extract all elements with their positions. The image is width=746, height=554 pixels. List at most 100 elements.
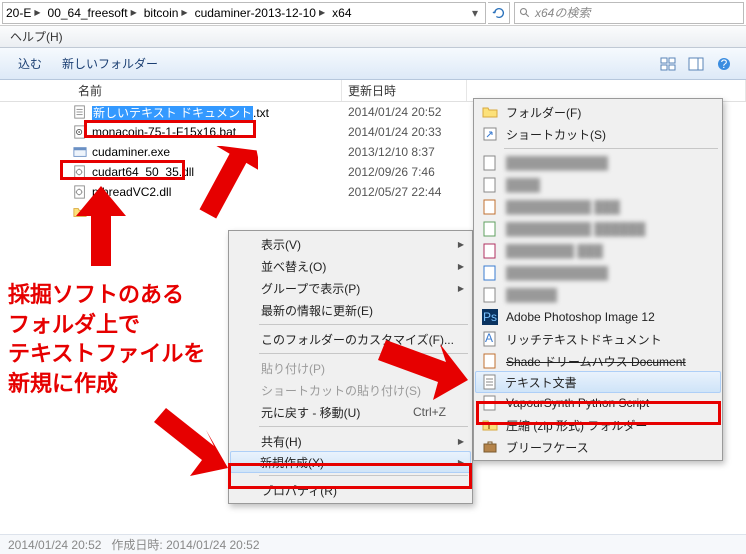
ctx-undo[interactable]: 元に戻す - 移動(U)Ctrl+Z bbox=[231, 401, 470, 423]
ctx-new[interactable]: 新規作成(X)▶ bbox=[230, 451, 471, 473]
preview-pane-button[interactable] bbox=[684, 52, 708, 76]
breadcrumb-item[interactable]: bitcoin▶ bbox=[141, 3, 192, 23]
photoshop-icon: Ps bbox=[482, 309, 498, 325]
submenu-arrow-icon: ▶ bbox=[458, 458, 464, 467]
sub-blur3[interactable]: ██████████ ███ bbox=[476, 196, 720, 218]
doc-icon bbox=[482, 221, 498, 237]
menu-help[interactable]: ヘルプ(H) bbox=[4, 28, 69, 45]
sub-rtf[interactable]: Aリッチテキストドキュメント bbox=[476, 328, 720, 350]
search-placeholder: x64の検索 bbox=[535, 4, 590, 21]
sub-folder[interactable]: フォルダー(F) bbox=[476, 101, 720, 123]
shortcut-label: Ctrl+Z bbox=[413, 405, 446, 419]
sub-blur6[interactable]: ████████████ bbox=[476, 262, 720, 284]
chevron-right-icon: ▶ bbox=[34, 8, 40, 17]
chevron-right-icon: ▶ bbox=[181, 8, 187, 17]
script-icon bbox=[482, 395, 498, 411]
breadcrumb[interactable]: 20-E▶ 00_64_freesoft▶ bitcoin▶ cudaminer… bbox=[2, 2, 486, 24]
breadcrumb-label: cudaminer-2013-12-10 bbox=[195, 6, 316, 20]
sub-photoshop[interactable]: PsAdobe Photoshop Image 12 bbox=[476, 306, 720, 328]
ctx-refresh[interactable]: 最新の情報に更新(E) bbox=[231, 299, 470, 321]
breadcrumb-item[interactable]: cudaminer-2013-12-10▶ bbox=[192, 3, 330, 23]
text-file-icon bbox=[72, 104, 88, 120]
breadcrumb-label: bitcoin bbox=[144, 6, 179, 20]
annotation-arrow-icon bbox=[378, 330, 468, 400]
sub-vapoursynth[interactable]: VapourSynth Python Script bbox=[476, 392, 720, 414]
status-bar: 2014/01/24 20:52 作成日時: 2014/01/24 20:52 bbox=[0, 534, 746, 554]
file-name[interactable]: 新しいテキスト ドキュメント.txt bbox=[92, 104, 348, 121]
file-date: 2013/12/10 8:37 bbox=[348, 145, 478, 159]
submenu-arrow-icon: ▶ bbox=[458, 240, 464, 249]
submenu-arrow-icon: ▶ bbox=[458, 262, 464, 271]
breadcrumb-label: 00_64_freesoft bbox=[48, 6, 128, 20]
submenu-arrow-icon: ▶ bbox=[458, 284, 464, 293]
doc-icon bbox=[482, 199, 498, 215]
ctx-share[interactable]: 共有(H)▶ bbox=[231, 430, 470, 452]
menubar: ヘルプ(H) bbox=[0, 26, 746, 48]
separator bbox=[259, 426, 468, 427]
folder-icon bbox=[482, 104, 498, 120]
breadcrumb-item[interactable]: x64 bbox=[329, 3, 355, 23]
search-icon bbox=[519, 7, 531, 19]
ctx-properties[interactable]: プロパティ(R) bbox=[231, 479, 470, 501]
shortcut-icon bbox=[482, 126, 498, 142]
search-input[interactable]: x64の検索 bbox=[514, 2, 744, 24]
breadcrumb-label: 20-E bbox=[6, 6, 31, 20]
context-submenu-new: フォルダー(F) ショートカット(S) ████████████ ████ ██… bbox=[473, 98, 723, 461]
column-name[interactable]: 名前 bbox=[72, 80, 342, 101]
view-mode-button[interactable] bbox=[656, 52, 680, 76]
annotation-arrow-icon bbox=[148, 408, 228, 478]
file-date: 2012/05/27 22:44 bbox=[348, 185, 478, 199]
svg-text:A: A bbox=[485, 331, 493, 345]
ctx-view[interactable]: 表示(V)▶ bbox=[231, 233, 470, 255]
sub-blur5[interactable]: ████████ ███ bbox=[476, 240, 720, 262]
bat-file-icon bbox=[72, 124, 88, 140]
submenu-arrow-icon: ▶ bbox=[458, 437, 464, 446]
briefcase-icon bbox=[482, 439, 498, 455]
help-icon[interactable]: ? bbox=[712, 52, 736, 76]
sub-shortcut[interactable]: ショートカット(S) bbox=[476, 123, 720, 145]
refresh-button[interactable] bbox=[488, 2, 510, 24]
chevron-down-icon[interactable]: ▾ bbox=[465, 6, 485, 20]
sub-text[interactable]: テキスト文書 bbox=[475, 371, 721, 393]
annotation-arrow-icon bbox=[76, 186, 126, 266]
breadcrumb-item[interactable]: 00_64_freesoft▶ bbox=[45, 3, 141, 23]
shade-icon bbox=[482, 353, 498, 369]
ctx-group[interactable]: グループで表示(P)▶ bbox=[231, 277, 470, 299]
ctx-sort[interactable]: 並べ替え(O)▶ bbox=[231, 255, 470, 277]
exe-file-icon bbox=[72, 144, 88, 160]
dll-file-icon bbox=[72, 164, 88, 180]
sub-blur1[interactable]: ████████████ bbox=[476, 152, 720, 174]
address-bar: 20-E▶ 00_64_freesoft▶ bitcoin▶ cudaminer… bbox=[0, 0, 746, 26]
file-date: 2014/01/24 20:52 bbox=[348, 105, 478, 119]
file-date: 2014/01/24 20:33 bbox=[348, 125, 478, 139]
svg-text:Ps: Ps bbox=[483, 310, 497, 324]
chevron-right-icon: ▶ bbox=[319, 8, 325, 17]
text-file-icon bbox=[482, 374, 498, 390]
file-name: monacoin-75-1-F15x16.bat bbox=[92, 125, 348, 139]
rtf-icon: A bbox=[482, 331, 498, 347]
refresh-icon bbox=[492, 6, 506, 20]
include-button[interactable]: 込む bbox=[8, 55, 52, 72]
separator bbox=[259, 324, 468, 325]
sub-blur2[interactable]: ████ bbox=[476, 174, 720, 196]
doc-icon bbox=[482, 155, 498, 171]
breadcrumb-item[interactable]: 20-E▶ bbox=[3, 3, 45, 23]
separator bbox=[504, 148, 718, 149]
sub-blur4[interactable]: ██████████ ██████ bbox=[476, 218, 720, 240]
sub-briefcase[interactable]: ブリーフケース bbox=[476, 436, 720, 458]
breadcrumb-label: x64 bbox=[332, 6, 351, 20]
toolbar: 込む 新しいフォルダー ? bbox=[0, 48, 746, 80]
chevron-right-icon: ▶ bbox=[131, 8, 137, 17]
doc-icon bbox=[482, 177, 498, 193]
doc-icon bbox=[482, 287, 498, 303]
column-date[interactable]: 更新日時 bbox=[342, 80, 467, 101]
new-folder-button[interactable]: 新しいフォルダー bbox=[52, 55, 168, 72]
sub-blur7[interactable]: ██████ bbox=[476, 284, 720, 306]
separator bbox=[259, 475, 468, 476]
sub-shade[interactable]: Shade ドリームハウス Document bbox=[476, 350, 720, 372]
sub-zip[interactable]: 圧縮 (zip 形式) フォルダー bbox=[476, 414, 720, 436]
svg-text:?: ? bbox=[721, 57, 728, 71]
zip-icon bbox=[482, 417, 498, 433]
annotation-text: 採掘ソフトのある フォルダ上で テキストファイルを 新規に作成 bbox=[8, 280, 205, 399]
doc-icon bbox=[482, 243, 498, 259]
